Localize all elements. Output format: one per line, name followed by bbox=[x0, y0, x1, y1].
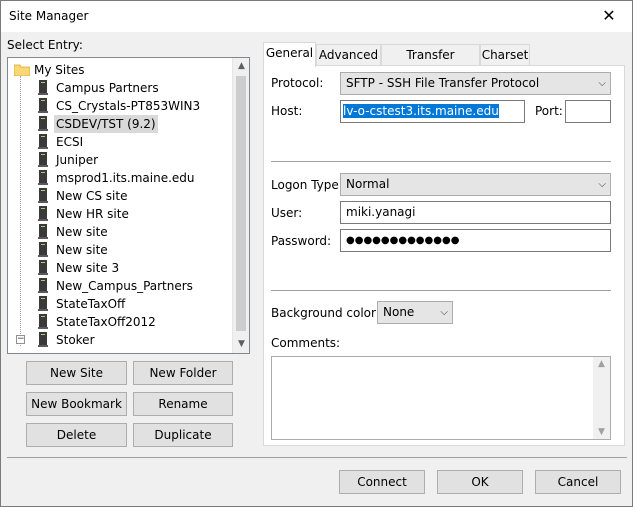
tab-transfer-settings[interactable]: Transfer Settings bbox=[381, 44, 480, 82]
site-tree-list: My Sites Campus Partners CS_Crystals-PT85… bbox=[8, 58, 234, 353]
password-input[interactable]: ●●●●●●●●●●●●● bbox=[340, 229, 611, 252]
tree-item-label: StateTaxOff bbox=[56, 297, 126, 311]
tree-item-label: New HR site bbox=[56, 207, 129, 221]
duplicate-button[interactable]: Duplicate bbox=[133, 423, 233, 447]
server-icon bbox=[38, 314, 48, 329]
user-input[interactable]: miki.yanagi bbox=[340, 201, 611, 224]
password-value: ●●●●●●●●●●●●● bbox=[346, 235, 460, 246]
tree-item-label: Campus Partners bbox=[56, 81, 159, 95]
background-color-value: None bbox=[383, 305, 415, 319]
comments-label: Comments: bbox=[271, 336, 341, 350]
cancel-button[interactable]: Cancel bbox=[535, 470, 621, 494]
folder-icon bbox=[14, 64, 30, 76]
tree-item-label: New_Campus_Partners bbox=[56, 279, 193, 293]
user-label: User: bbox=[271, 206, 303, 220]
server-icon bbox=[38, 80, 48, 95]
server-icon bbox=[38, 188, 48, 203]
tree-item-label: ECSI bbox=[56, 135, 84, 149]
server-icon bbox=[38, 98, 48, 113]
tree-connector bbox=[20, 76, 21, 346]
tree-item-label: CSDEV/TST (9.2) bbox=[54, 115, 158, 133]
tree-item-label: New site bbox=[56, 243, 108, 257]
server-icon bbox=[38, 296, 48, 311]
tree-item-label: msprod1.its.maine.edu bbox=[56, 171, 195, 185]
host-label: Host: bbox=[271, 104, 303, 118]
site-tree[interactable]: My Sites Campus Partners CS_Crystals-PT85… bbox=[7, 57, 250, 354]
section-divider bbox=[271, 290, 611, 291]
host-value: lv-o-cstest3.its.maine.edu bbox=[343, 104, 499, 118]
tree-item-label: StateTaxOff2012 bbox=[56, 315, 156, 329]
comments-scrollbar[interactable]: ▲ ▼ bbox=[593, 357, 610, 439]
chevron-down-icon: ⌵ bbox=[440, 307, 448, 318]
rename-button[interactable]: Rename bbox=[133, 392, 233, 416]
server-icon bbox=[38, 206, 48, 221]
server-icon bbox=[38, 278, 48, 293]
scroll-up-icon[interactable]: ▲ bbox=[233, 58, 249, 75]
section-divider bbox=[271, 161, 611, 162]
close-icon[interactable]: ✕ bbox=[586, 1, 632, 32]
ok-button[interactable]: OK bbox=[437, 470, 523, 494]
scroll-down-icon[interactable]: ▼ bbox=[593, 427, 610, 437]
server-icon bbox=[38, 134, 48, 149]
protocol-select[interactable]: SFTP - SSH File Transfer Protocol ⌵ bbox=[340, 72, 611, 95]
title-bar: Site Manager ✕ bbox=[1, 1, 632, 32]
background-color-select[interactable]: None ⌵ bbox=[377, 301, 453, 324]
password-label: Password: bbox=[271, 234, 332, 248]
tree-item-label: New CS site bbox=[56, 189, 128, 203]
tree-item-label: CS_Crystals-PT853WIN3 bbox=[56, 99, 201, 113]
tab-general[interactable]: General bbox=[263, 42, 316, 67]
port-label: Port: bbox=[535, 104, 563, 118]
delete-button[interactable]: Delete bbox=[26, 423, 127, 447]
port-input[interactable] bbox=[565, 100, 611, 123]
scroll-down-icon[interactable]: ▼ bbox=[233, 336, 249, 353]
scroll-up-icon[interactable]: ▲ bbox=[593, 359, 610, 369]
select-entry-label: Select Entry: bbox=[7, 38, 83, 52]
scroll-thumb[interactable] bbox=[236, 76, 246, 331]
background-color-label: Background color: bbox=[271, 306, 380, 320]
tree-root-label: My Sites bbox=[34, 63, 85, 77]
server-icon bbox=[38, 332, 48, 347]
server-icon bbox=[38, 116, 48, 131]
logon-type-value: Normal bbox=[346, 177, 390, 191]
tree-item-label: Stoker bbox=[56, 333, 95, 347]
host-input[interactable]: lv-o-cstest3.its.maine.edu bbox=[340, 100, 525, 123]
server-icon bbox=[38, 170, 48, 185]
tree-scrollbar[interactable]: ▲ ▼ bbox=[232, 58, 249, 353]
window-title: Site Manager bbox=[9, 9, 89, 23]
collapse-icon[interactable]: − bbox=[16, 335, 25, 344]
server-icon bbox=[38, 224, 48, 239]
chevron-down-icon: ⌵ bbox=[598, 179, 606, 190]
footer-divider bbox=[7, 457, 627, 458]
server-icon bbox=[38, 242, 48, 257]
new-folder-button[interactable]: New Folder bbox=[133, 361, 233, 385]
tree-item-label: Juniper bbox=[56, 153, 99, 167]
tree-item-label: New site 3 bbox=[56, 261, 120, 275]
tab-charset[interactable]: Charset bbox=[480, 44, 530, 66]
tab-advanced[interactable]: Advanced bbox=[316, 44, 381, 66]
comments-textarea[interactable]: ▲ ▼ bbox=[271, 356, 611, 440]
new-bookmark-button[interactable]: New Bookmark bbox=[26, 392, 127, 416]
tree-item-label: New site bbox=[56, 225, 108, 239]
protocol-value: SFTP - SSH File Transfer Protocol bbox=[346, 76, 540, 90]
site-manager-window: Site Manager ✕ Select Entry: My Sites Ca… bbox=[0, 0, 633, 507]
logon-type-label: Logon Type: bbox=[271, 178, 343, 192]
logon-type-select[interactable]: Normal ⌵ bbox=[340, 173, 611, 196]
new-site-button[interactable]: New Site bbox=[26, 361, 127, 385]
server-icon bbox=[38, 152, 48, 167]
server-icon bbox=[38, 260, 48, 275]
chevron-down-icon: ⌵ bbox=[598, 78, 606, 89]
user-value: miki.yanagi bbox=[346, 205, 416, 219]
protocol-label: Protocol: bbox=[271, 76, 324, 90]
connect-button[interactable]: Connect bbox=[339, 470, 425, 494]
